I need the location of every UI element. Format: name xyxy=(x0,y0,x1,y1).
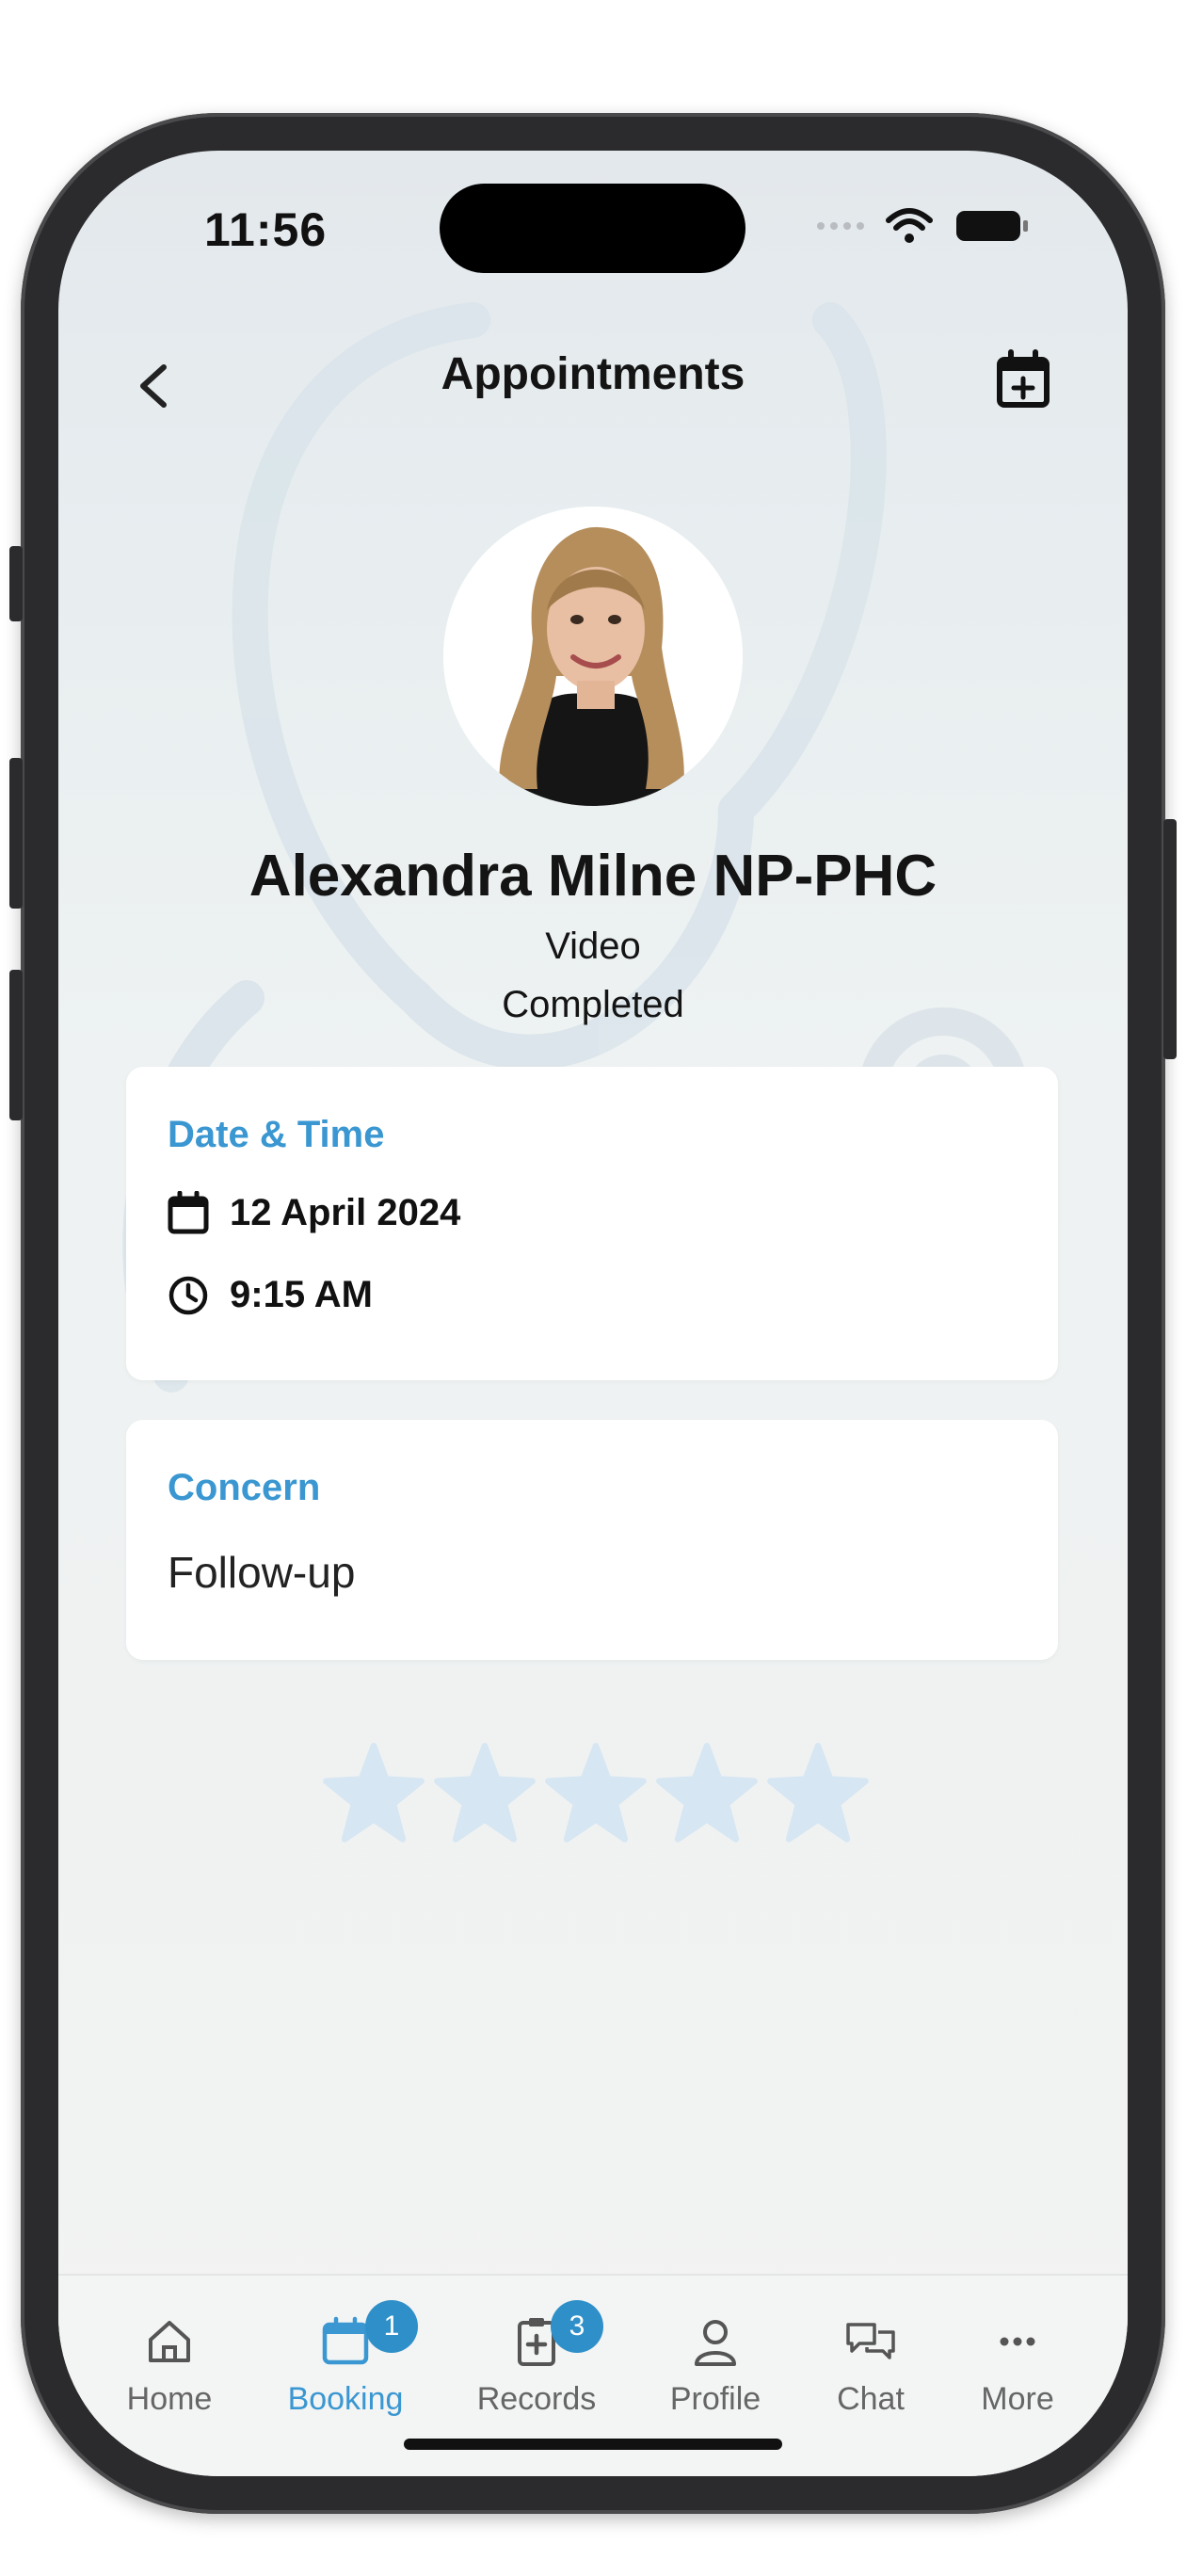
app-screen: 11:56 Appointments Alexandra Milne NP-PH… xyxy=(58,151,1128,2476)
more-icon xyxy=(1000,2337,1035,2346)
appointment-time: 9:15 AM xyxy=(230,1274,373,1315)
star-2-icon[interactable] xyxy=(433,1742,537,1845)
chat-icon xyxy=(846,2323,895,2359)
cellular-signal-icon xyxy=(817,222,864,230)
tab-records-label: Records xyxy=(476,2381,597,2417)
tab-profile[interactable]: Profile xyxy=(635,2313,795,2445)
tab-more-label: More xyxy=(981,2381,1054,2417)
tab-more[interactable]: More xyxy=(938,2313,1098,2445)
dynamic-island xyxy=(440,184,745,273)
tab-booking-label: Booking xyxy=(287,2381,404,2417)
concern-card-title: Concern xyxy=(168,1467,321,1508)
tab-records[interactable]: 3 Records xyxy=(457,2300,617,2445)
date-time-card: Date & Time 12 April 2024 9:15 AM xyxy=(126,1067,1058,1380)
records-badge: 3 xyxy=(551,2300,603,2353)
add-appointment-button[interactable] xyxy=(990,346,1056,412)
status-icons xyxy=(817,207,1030,245)
power-button xyxy=(1163,819,1177,1059)
star-1-icon[interactable] xyxy=(322,1742,425,1845)
calendar-icon xyxy=(168,1191,209,1234)
wifi-icon xyxy=(886,208,933,243)
concern-value: Follow-up xyxy=(168,1548,356,1597)
tab-home[interactable]: Home xyxy=(89,2313,249,2445)
tab-profile-label: Profile xyxy=(669,2381,761,2417)
home-indicator xyxy=(404,2439,782,2450)
time-row: 9:15 AM xyxy=(168,1274,373,1316)
tab-home-label: Home xyxy=(126,2381,213,2417)
user-icon xyxy=(695,2320,736,2366)
star-5-icon[interactable] xyxy=(766,1742,870,1845)
provider-avatar xyxy=(443,507,743,806)
clock-icon xyxy=(168,1276,208,1314)
concern-card: Concern Follow-up xyxy=(126,1420,1058,1660)
mute-switch xyxy=(9,546,23,621)
volume-up-button xyxy=(9,758,23,909)
volume-down-button xyxy=(9,970,23,1120)
date-row: 12 April 2024 xyxy=(168,1191,460,1234)
star-4-icon[interactable] xyxy=(655,1742,759,1845)
appointment-date: 12 April 2024 xyxy=(230,1191,461,1233)
home-icon xyxy=(149,2321,190,2362)
date-time-card-title: Date & Time xyxy=(168,1114,385,1155)
tab-chat[interactable]: Chat xyxy=(791,2313,951,2445)
booking-badge: 1 xyxy=(365,2300,418,2353)
tab-chat-label: Chat xyxy=(837,2381,905,2417)
star-3-icon[interactable] xyxy=(544,1742,648,1845)
appointment-status: Completed xyxy=(502,984,684,1025)
battery-icon xyxy=(956,211,1028,241)
provider-name: Alexandra Milne NP-PHC xyxy=(248,844,938,909)
tab-booking[interactable]: 1 Booking xyxy=(265,2300,425,2445)
page-title: Appointments xyxy=(441,349,745,399)
status-time: 11:56 xyxy=(204,203,328,256)
rating-stars xyxy=(322,1742,870,1845)
visit-type: Video xyxy=(545,926,641,967)
